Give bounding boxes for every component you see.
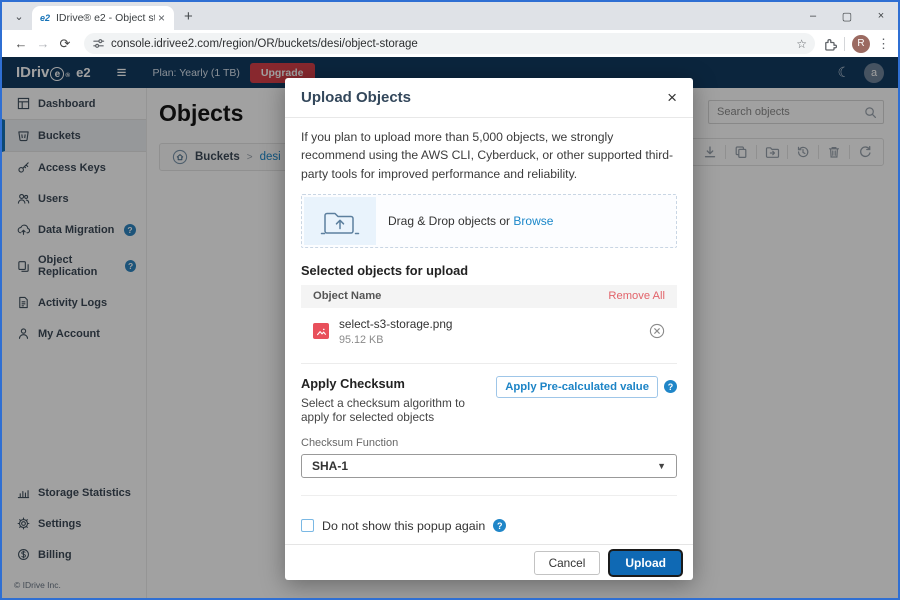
bookmark-star-icon[interactable]: ☆ — [796, 37, 807, 51]
apply-precalculated-button[interactable]: Apply Pre-calculated value — [496, 376, 658, 398]
upload-info-text: If you plan to upload more than 5,000 ob… — [301, 128, 677, 183]
checksum-subtitle: Select a checksum algorithm to apply for… — [301, 396, 496, 424]
remove-file-icon[interactable] — [649, 323, 665, 339]
checksum-help-icon[interactable]: ? — [664, 380, 677, 393]
close-window-button[interactable]: × — [864, 10, 898, 22]
popup-help-icon[interactable]: ? — [493, 519, 506, 532]
dont-show-row: Do not show this popup again ? — [301, 519, 677, 533]
app-area: IDrive®e2 ≡ Plan: Yearly (1 TB) Upgrade … — [2, 57, 898, 598]
browser-window: ⌄ e2 IDrive® e2 - Object storage × + – ▢… — [0, 0, 900, 600]
file-table-header: Object Name Remove All — [301, 285, 677, 308]
selected-checksum: SHA-1 — [312, 459, 348, 473]
browser-toolbar: ← → ⟳ console.idrivee2.com/region/OR/buc… — [2, 30, 898, 57]
tab-search-icon[interactable]: ⌄ — [8, 5, 30, 27]
upload-objects-modal: Upload Objects × If you plan to upload m… — [285, 78, 693, 580]
file-name: select-s3-storage.png — [339, 317, 452, 331]
cancel-button[interactable]: Cancel — [534, 551, 601, 575]
modal-header: Upload Objects × — [285, 78, 693, 118]
divider — [844, 37, 845, 51]
tab-title: IDrive® e2 - Object storage — [56, 12, 155, 24]
apply-checksum-title: Apply Checksum — [301, 376, 496, 391]
modal-body: If you plan to upload more than 5,000 ob… — [285, 118, 693, 544]
window-controls: – ▢ × — [796, 10, 898, 23]
folder-upload-icon — [304, 197, 376, 245]
site-settings-icon[interactable] — [92, 37, 105, 50]
url-text[interactable]: console.idrivee2.com/region/OR/buckets/d… — [111, 38, 796, 50]
checksum-function-label: Checksum Function — [301, 437, 677, 449]
divider — [301, 495, 677, 496]
reload-button[interactable]: ⟳ — [54, 36, 76, 52]
browser-menu-icon[interactable]: ⋮ — [877, 36, 890, 52]
dont-show-checkbox[interactable] — [301, 519, 314, 532]
dropzone[interactable]: Drag & Drop objects or Browse — [301, 194, 677, 248]
favicon: e2 — [40, 13, 50, 23]
divider — [301, 363, 677, 364]
modal-close-icon[interactable]: × — [667, 89, 677, 106]
forward-button[interactable]: → — [32, 36, 54, 51]
selected-objects-title: Selected objects for upload — [301, 263, 677, 278]
back-button[interactable]: ← — [10, 36, 32, 51]
tab-close-icon[interactable]: × — [155, 11, 168, 25]
object-name-column: Object Name — [313, 290, 381, 302]
checksum-section: Apply Checksum Select a checksum algorit… — [301, 376, 677, 424]
file-size: 95.12 KB — [339, 334, 452, 346]
image-file-icon — [313, 323, 329, 339]
remove-all-link[interactable]: Remove All — [608, 290, 665, 302]
tab-strip: ⌄ e2 IDrive® e2 - Object storage × + – ▢… — [2, 2, 898, 30]
upload-button[interactable]: Upload — [610, 551, 681, 575]
file-row: select-s3-storage.png 95.12 KB — [301, 308, 677, 355]
browser-profile-avatar[interactable]: R — [852, 35, 870, 53]
modal-title: Upload Objects — [301, 89, 411, 106]
new-tab-button[interactable]: + — [184, 8, 193, 25]
dropzone-text: Drag & Drop objects or Browse — [388, 214, 553, 228]
browser-tab[interactable]: e2 IDrive® e2 - Object storage × — [32, 6, 174, 30]
dont-show-label: Do not show this popup again — [322, 519, 485, 533]
address-bar[interactable]: console.idrivee2.com/region/OR/buckets/d… — [84, 33, 815, 54]
chevron-down-icon: ▼ — [657, 461, 666, 471]
minimize-button[interactable]: – — [796, 10, 830, 22]
maximize-button[interactable]: ▢ — [830, 10, 864, 23]
checksum-function-select[interactable]: SHA-1 ▼ — [301, 454, 677, 478]
modal-footer: Cancel Upload — [285, 544, 693, 580]
browse-link[interactable]: Browse — [513, 214, 553, 228]
extensions-icon[interactable] — [823, 37, 837, 51]
